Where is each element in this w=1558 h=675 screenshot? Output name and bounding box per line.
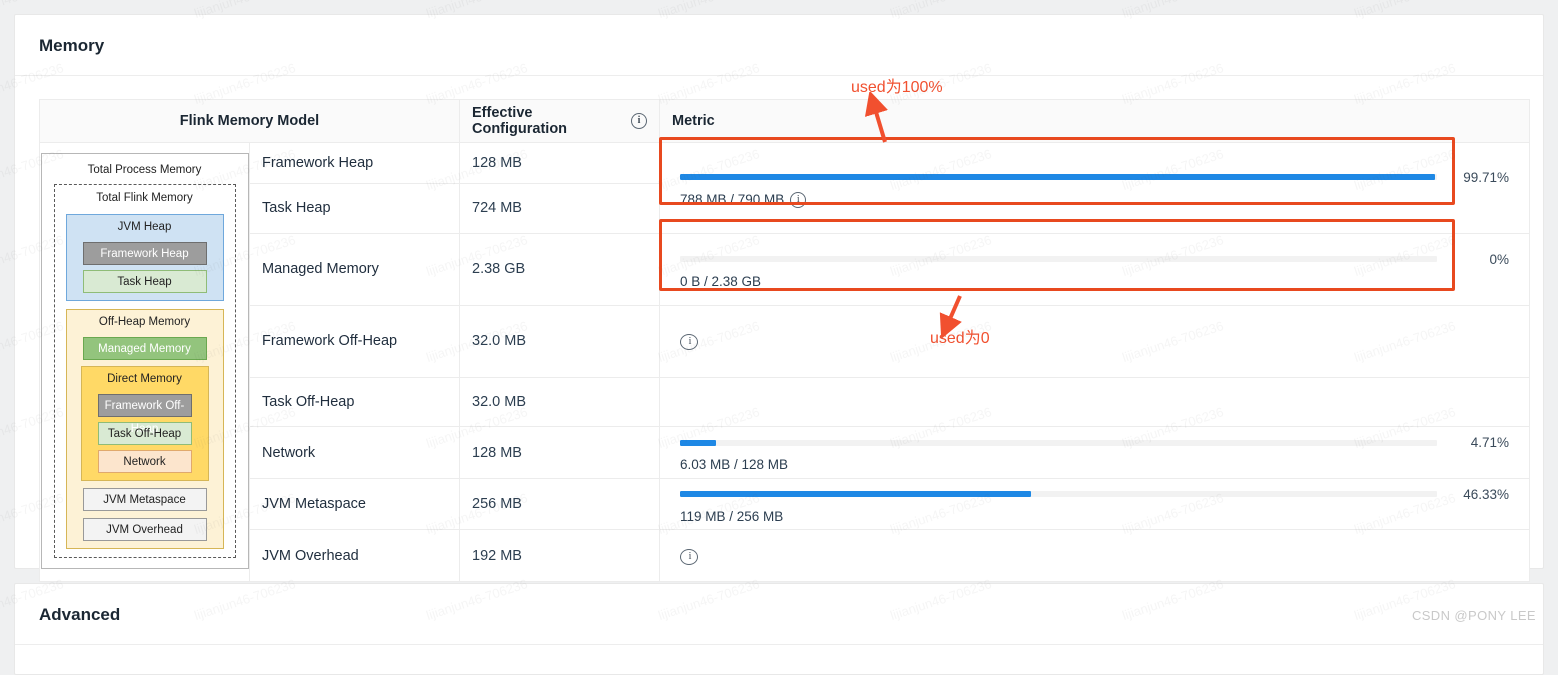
table-header: Flink Memory Model Effective Configurati… <box>39 99 1530 143</box>
row-label-managed-memory: Managed Memory <box>249 232 460 306</box>
column-header-effective-configuration: Effective Configuration i <box>459 99 660 143</box>
progress-fill <box>680 174 1435 181</box>
metric-managed-memory: 0% 0 B / 2.38 GB <box>680 246 1509 293</box>
info-icon[interactable]: i <box>680 334 698 351</box>
metric-usage-label: 0 B / 2.38 GB <box>680 273 762 289</box>
table-row: Managed Memory 2.38 GB 0% 0 B / 2.38 GB <box>40 232 1530 306</box>
diagram-item-managed-memory: Managed Memory <box>82 337 207 360</box>
column-header-label: Metric <box>672 113 715 129</box>
row-label-network: Network <box>249 426 460 479</box>
metric-cell-framework-off-heap: i <box>659 304 1530 378</box>
diagram-label-jvm-heap: JVM Heap <box>117 221 172 233</box>
row-config-jvm-metaspace: 256 MB <box>459 477 660 531</box>
metric-cell-managed: 0% 0 B / 2.38 GB <box>659 232 1530 306</box>
row-config-task-off-heap: 32.0 MB <box>459 376 660 428</box>
info-icon[interactable]: i <box>790 191 807 208</box>
advanced-title: Advanced <box>15 584 1543 645</box>
metric-cell-jvm-metaspace: 46.33% 119 MB / 256 MB <box>659 477 1530 531</box>
metric-usage-heap: 788 MB / 790 MB i <box>680 191 1509 208</box>
row-label-task-off-heap: Task Off-Heap <box>249 376 460 428</box>
column-header-label: Flink Memory Model <box>179 113 320 129</box>
progress-bar-metaspace: 46.33% <box>680 487 1509 502</box>
metric-cell-jvm-overhead: i <box>659 529 1530 582</box>
column-header-flink-memory-model: Flink Memory Model <box>39 99 460 143</box>
table-row: Framework Off-Heap 32.0 MB i <box>40 304 1530 378</box>
diagram-item-framework-off-heap: Framework Off-Heap <box>97 394 192 435</box>
diagram-label-off-heap-memory: Off-Heap Memory <box>98 316 191 328</box>
row-label-framework-off-heap: Framework Off-Heap <box>249 304 460 378</box>
memory-table: Flink Memory Model Effective Configurati… <box>39 99 1530 582</box>
memory-card: Memory Flink Memory Model Effective Conf… <box>14 14 1544 582</box>
info-icon[interactable]: i <box>631 113 647 129</box>
metric-usage-label: 788 MB / 790 MB <box>680 192 785 208</box>
diagram-label-direct-memory: Direct Memory <box>107 373 182 385</box>
diagram-label-total-flink-memory: Total Flink Memory <box>96 192 193 204</box>
metric-usage-network: 6.03 MB / 128 MB <box>680 457 1509 472</box>
flink-memory-model-diagram-cell: Total Process Memory Total Flink Memory … <box>39 142 250 582</box>
row-label-task-heap: Task Heap <box>249 183 460 234</box>
table-body: Total Process Memory Total Flink Memory … <box>39 141 1530 582</box>
progress-percent-label: 4.71% <box>1470 435 1509 451</box>
row-config-network: 128 MB <box>459 426 660 479</box>
progress-percent-label: 46.33% <box>1463 486 1509 502</box>
progress-fill <box>680 439 716 446</box>
metric-heap: 99.71% 788 MB / 790 MB i <box>680 164 1509 212</box>
table-row: Total Process Memory Total Flink Memory … <box>39 141 1530 582</box>
diagram-label-total-process-memory: Total Process Memory <box>87 164 202 176</box>
table-row: Task Off-Heap 32.0 MB <box>40 376 1530 428</box>
progress-bar-network: 4.71% <box>680 435 1509 450</box>
table-row: JVM Overhead 192 MB i <box>40 529 1530 582</box>
column-header-label: Effective Configuration <box>472 105 568 137</box>
progress-track <box>680 439 1437 446</box>
table-row: Network 128 MB 4.71% 6.03 MB / 128 MB <box>40 426 1530 479</box>
metric-usage-label: 119 MB / 256 MB <box>680 508 784 524</box>
diagram-item-jvm-metaspace: JVM Metaspace <box>82 488 207 511</box>
table-row: JVM Metaspace 256 MB 46.33% 119 MB / 256… <box>40 477 1530 531</box>
advanced-card: Advanced <box>14 583 1544 675</box>
row-label-jvm-overhead: JVM Overhead <box>249 529 460 582</box>
diagram-item-jvm-overhead: JVM Overhead <box>82 518 207 541</box>
progress-track <box>680 491 1437 498</box>
memory-model-diagram: Total Process Memory Total Flink Memory … <box>40 153 249 569</box>
table-header-row: Flink Memory Model Effective Configurati… <box>39 99 1530 143</box>
info-icon[interactable]: i <box>680 548 698 565</box>
diagram-direct-memory: Direct Memory Framework Off-Heap Task Of… <box>80 366 209 481</box>
diagram-item-task-heap: Task Heap <box>82 270 207 293</box>
diagram-total-flink-memory: Total Flink Memory JVM Heap Framework He… <box>53 184 236 558</box>
diagram-jvm-heap: JVM Heap Framework Heap Task Heap <box>65 214 224 301</box>
progress-track <box>680 256 1437 263</box>
row-label-framework-heap: Framework Heap <box>249 141 460 185</box>
row-label-jvm-metaspace: JVM Metaspace <box>249 477 460 531</box>
diagram-item-task-off-heap: Task Off-Heap <box>97 422 192 445</box>
column-header-metric: Metric <box>659 99 1530 143</box>
metric-usage-label: 6.03 MB / 128 MB <box>680 457 789 473</box>
diagram-item-network: Network <box>97 450 192 473</box>
progress-bar-managed: 0% <box>680 252 1509 267</box>
metric-network: 4.71% 6.03 MB / 128 MB <box>680 429 1509 476</box>
row-config-task-heap: 724 MB <box>459 183 660 234</box>
diagram-off-heap-memory: Off-Heap Memory Managed Memory Direct Me… <box>65 309 224 549</box>
row-config-framework-heap: 128 MB <box>459 141 660 185</box>
row-config-managed-memory: 2.38 GB <box>459 232 660 306</box>
metric-usage-managed: 0 B / 2.38 GB <box>680 274 1509 289</box>
metric-cell-network: 4.71% 6.03 MB / 128 MB <box>659 426 1530 479</box>
diagram-item-framework-heap: Framework Heap <box>82 242 207 265</box>
progress-bar-heap: 99.71% <box>680 170 1509 185</box>
row-config-framework-off-heap: 32.0 MB <box>459 304 660 378</box>
row-config-jvm-overhead: 192 MB <box>459 529 660 582</box>
page-title: Memory <box>15 15 1543 76</box>
progress-percent-label: 99.71% <box>1463 169 1509 185</box>
metric-cell-heap: 99.71% 788 MB / 790 MB i <box>659 142 1530 234</box>
annotation-used-100: used为100% <box>851 79 943 96</box>
metric-jvm-metaspace: 46.33% 119 MB / 256 MB <box>680 481 1509 528</box>
progress-track <box>680 174 1437 181</box>
progress-percent-label: 0% <box>1489 251 1509 267</box>
metric-usage-metaspace: 119 MB / 256 MB <box>680 509 1509 524</box>
metric-cell-task-off-heap <box>659 376 1530 428</box>
annotation-used-0: used为0 <box>930 330 990 347</box>
watermark: CSDN @PONY LEE <box>1411 608 1536 623</box>
progress-fill <box>680 491 1031 498</box>
